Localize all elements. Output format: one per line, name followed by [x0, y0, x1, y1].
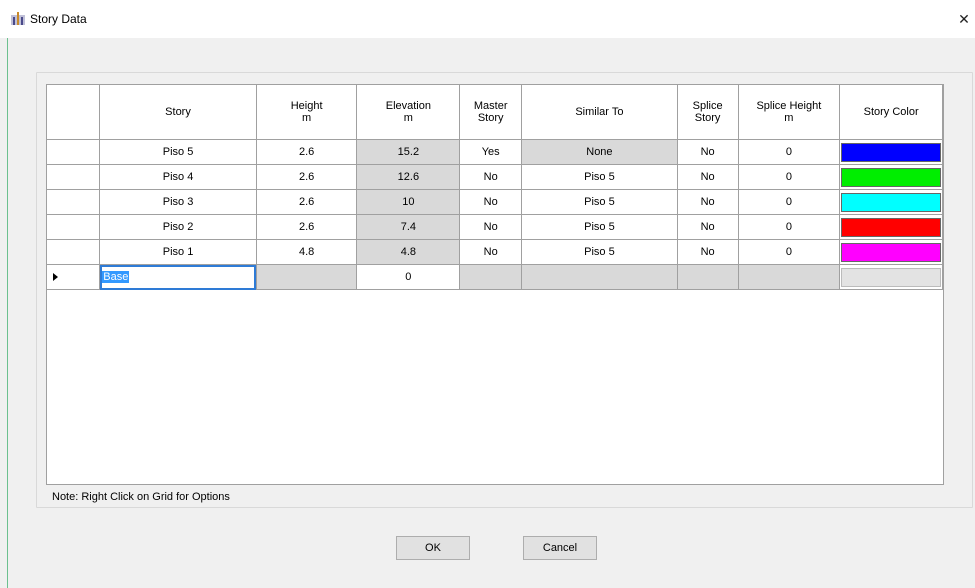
column-label: Splice Height	[756, 100, 822, 112]
elevation-cell[interactable]: 0	[356, 264, 461, 290]
splice-story-cell[interactable]: No	[676, 139, 739, 165]
col-similar-to-header[interactable]: Similar To	[521, 85, 678, 140]
cancel-button[interactable]: Cancel	[523, 536, 597, 560]
color-swatch[interactable]	[841, 242, 941, 262]
color-swatch[interactable]	[841, 167, 941, 187]
splice-height-cell[interactable]: 0	[737, 139, 841, 165]
story-cell[interactable]: Piso 2	[99, 214, 257, 240]
column-unit: m	[403, 112, 413, 124]
story-row: Piso 1 4.8 4.8 No Piso 5 No 0	[47, 239, 943, 265]
story-color-cell[interactable]	[839, 214, 943, 240]
col-story-color-header[interactable]: Story Color	[839, 85, 943, 140]
column-label: Similar To	[575, 106, 624, 118]
window-title: Story Data	[30, 12, 87, 26]
story-color-cell[interactable]	[839, 239, 943, 265]
close-icon[interactable]: ✕	[953, 8, 975, 30]
elevation-cell[interactable]: 15.2	[356, 139, 461, 165]
elevation-cell[interactable]: 10	[356, 189, 461, 215]
master-story-cell[interactable]: No	[459, 239, 523, 265]
column-label: Master Story	[473, 100, 508, 124]
base-story-text[interactable]: Base	[102, 271, 130, 283]
story-cell[interactable]: Piso 1	[99, 239, 257, 265]
splice-story-cell	[676, 264, 739, 290]
app-icon	[11, 12, 25, 25]
color-swatch[interactable]	[841, 142, 941, 162]
row-header[interactable]	[47, 139, 101, 165]
color-swatch[interactable]	[841, 217, 941, 237]
grid-note: Note: Right Click on Grid for Options	[52, 491, 230, 503]
row-header[interactable]	[47, 264, 101, 290]
row-header[interactable]	[47, 214, 101, 240]
row-header[interactable]	[47, 164, 101, 190]
similar-to-cell[interactable]: Piso 5	[521, 164, 678, 190]
similar-to-cell[interactable]: Piso 5	[521, 214, 678, 240]
splice-height-cell[interactable]: 0	[737, 214, 841, 240]
elevation-cell[interactable]: 12.6	[356, 164, 461, 190]
column-unit: m	[784, 112, 794, 124]
column-label: Splice Story	[692, 100, 723, 124]
splice-story-cell[interactable]: No	[676, 164, 739, 190]
col-story-header[interactable]: Story	[99, 85, 257, 140]
height-cell[interactable]: 2.6	[255, 139, 358, 165]
master-story-cell[interactable]: No	[459, 164, 523, 190]
splice-height-cell[interactable]: 0	[737, 189, 841, 215]
base-story-cell[interactable]: Base	[99, 264, 257, 290]
master-story-cell[interactable]: No	[459, 189, 523, 215]
story-row: Piso 5 2.6 15.2 Yes None No 0	[47, 139, 943, 165]
story-data-dialog: Story Data ✕ Story Height m Elevation m Maste…	[0, 0, 975, 588]
story-cell[interactable]: Piso 3	[99, 189, 257, 215]
color-swatch	[841, 267, 941, 287]
master-story-cell[interactable]: No	[459, 214, 523, 240]
story-color-cell[interactable]	[839, 139, 943, 165]
col-elevation-header[interactable]: Elevation m	[356, 85, 461, 140]
col-height-header[interactable]: Height m	[255, 85, 358, 140]
row-header[interactable]	[47, 239, 101, 265]
story-cell[interactable]: Piso 5	[99, 139, 257, 165]
height-cell[interactable]: 2.6	[255, 164, 358, 190]
height-cell[interactable]: 2.6	[255, 214, 358, 240]
column-unit: m	[302, 112, 312, 124]
splice-story-cell[interactable]: No	[676, 214, 739, 240]
elevation-cell[interactable]: 4.8	[356, 239, 461, 265]
column-label: Elevation	[385, 100, 431, 112]
col-splice-height-header[interactable]: Splice Height m	[737, 85, 841, 140]
story-table: Story Height m Elevation m Master Story Simila…	[47, 85, 943, 290]
splice-story-cell[interactable]: No	[676, 189, 739, 215]
splice-height-cell[interactable]: 0	[737, 164, 841, 190]
column-label: Height	[290, 100, 323, 112]
story-grid[interactable]: Story Height m Elevation m Master Story Simila…	[46, 84, 944, 485]
title-bar: Story Data ✕	[0, 0, 975, 38]
similar-to-cell[interactable]: Piso 5	[521, 189, 678, 215]
splice-height-cell	[737, 264, 841, 290]
master-story-cell[interactable]: Yes	[459, 139, 523, 165]
column-label: Story Color	[863, 106, 919, 118]
current-row-arrow-icon	[53, 273, 58, 281]
similar-to-cell[interactable]: None	[521, 139, 678, 165]
story-cell[interactable]: Piso 4	[99, 164, 257, 190]
height-cell[interactable]: 2.6	[255, 189, 358, 215]
story-row: Piso 3 2.6 10 No Piso 5 No 0	[47, 189, 943, 215]
height-cell	[255, 264, 358, 290]
ok-button[interactable]: OK	[396, 536, 470, 560]
story-row: Piso 2 2.6 7.4 No Piso 5 No 0	[47, 214, 943, 240]
master-story-cell	[459, 264, 523, 290]
height-cell[interactable]: 4.8	[255, 239, 358, 265]
story-color-cell	[839, 264, 943, 290]
col-master-story-header[interactable]: Master Story	[459, 85, 523, 140]
column-label: Story	[165, 106, 191, 118]
base-row: Base 0	[47, 264, 943, 290]
color-swatch[interactable]	[841, 192, 941, 212]
header-row: Story Height m Elevation m Master Story Simila…	[47, 85, 943, 140]
col-splice-story-header[interactable]: Splice Story	[676, 85, 739, 140]
splice-story-cell[interactable]: No	[676, 239, 739, 265]
story-color-cell[interactable]	[839, 164, 943, 190]
row-header-corner-header	[47, 85, 101, 140]
row-header[interactable]	[47, 189, 101, 215]
similar-to-cell[interactable]: Piso 5	[521, 239, 678, 265]
similar-to-cell	[521, 264, 678, 290]
elevation-cell[interactable]: 7.4	[356, 214, 461, 240]
splice-height-cell[interactable]: 0	[737, 239, 841, 265]
story-row: Piso 4 2.6 12.6 No Piso 5 No 0	[47, 164, 943, 190]
story-color-cell[interactable]	[839, 189, 943, 215]
